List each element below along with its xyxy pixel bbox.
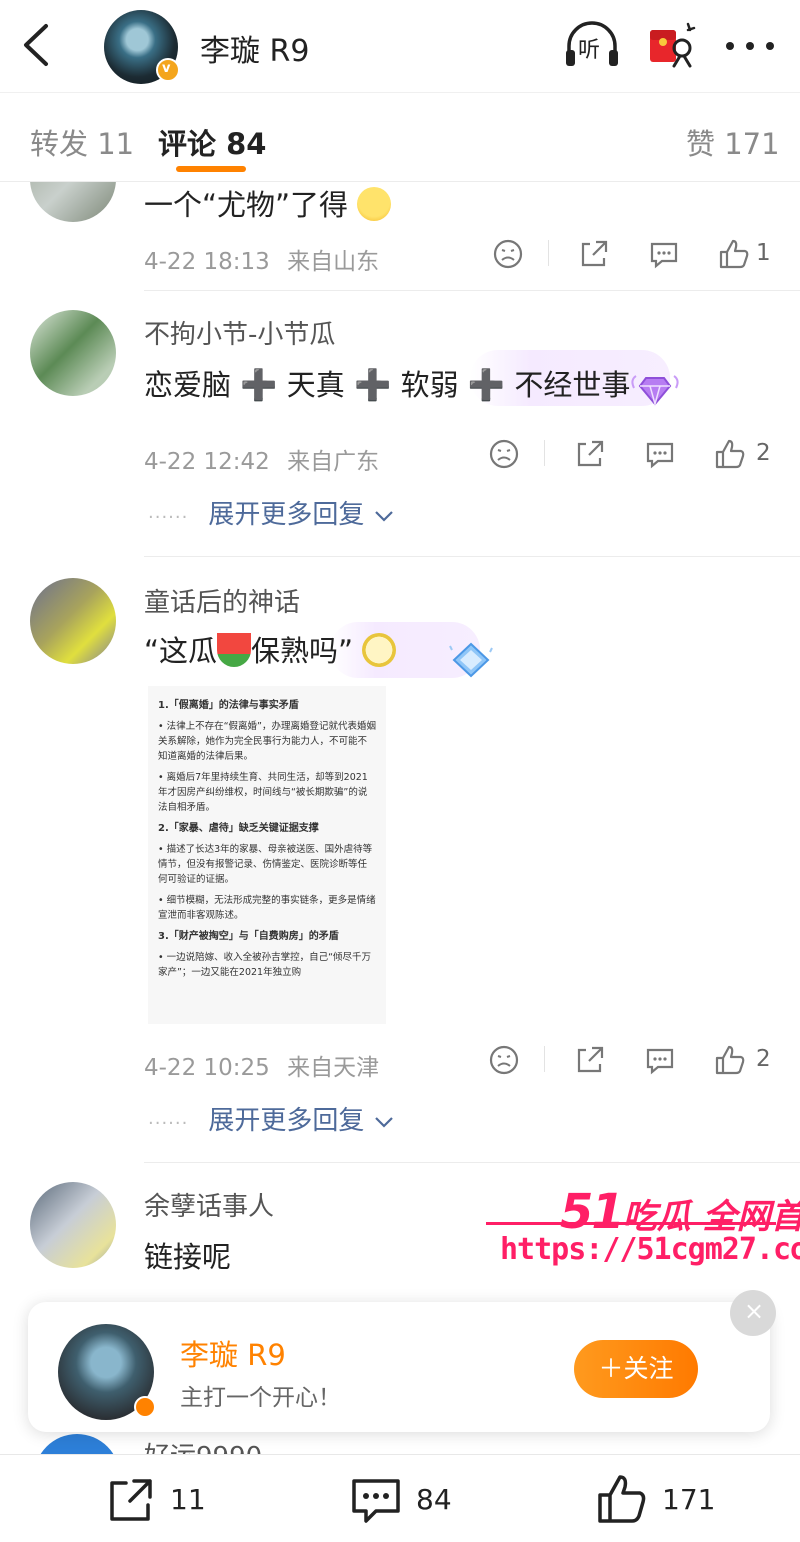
thumbs-up-icon[interactable] bbox=[716, 236, 752, 272]
divider bbox=[144, 1162, 800, 1163]
follow-verified-badge-icon bbox=[134, 1396, 156, 1418]
commenter-name[interactable]: 余孽话事人 bbox=[144, 1186, 274, 1223]
chevron-down-icon bbox=[374, 1117, 393, 1128]
follow-name[interactable]: 李璇 R9 bbox=[180, 1332, 286, 1374]
comment-actions: 1 bbox=[480, 236, 780, 276]
follow-suggestion-card: 李璇 R9 主打一个开心！ ＋关注 bbox=[28, 1302, 770, 1432]
dislike-face-icon[interactable] bbox=[486, 1042, 522, 1078]
comment-image[interactable]: 1.「假离婚」的法律与事实矛盾 • 法律上不存在“假离婚”，办理离婚登记就代表婚… bbox=[148, 686, 386, 1024]
like-count: 1 bbox=[756, 240, 771, 266]
dislike-face-icon[interactable] bbox=[486, 436, 522, 472]
like-count: 2 bbox=[756, 440, 771, 466]
comment-actions: 2 bbox=[480, 1042, 780, 1082]
bottom-action-bar: 11 84 171 bbox=[0, 1454, 800, 1542]
repost-icon bbox=[110, 1479, 152, 1521]
watermelon-emoji-icon bbox=[217, 633, 252, 667]
close-popup-button[interactable]: × bbox=[730, 1290, 776, 1336]
commenter-avatar[interactable] bbox=[30, 182, 116, 222]
tab-reposts[interactable]: 转发 11 bbox=[30, 121, 134, 163]
tab-bar: 转发 11 评论 84 赞 171 bbox=[0, 92, 800, 182]
author-name[interactable]: 李璇 R9 bbox=[200, 26, 309, 70]
comment-icon bbox=[352, 1479, 400, 1523]
expand-replies-button[interactable]: ······ 展开更多回复 bbox=[148, 494, 395, 531]
commenter-avatar[interactable] bbox=[30, 1182, 116, 1268]
comment-text: 恋爱脑 ➕ 天真 ➕ 软弱 ➕ 不经世事 bbox=[144, 368, 631, 403]
verified-badge-icon: v bbox=[156, 58, 180, 82]
comment-meta: 4-22 10:25 来自天津 bbox=[144, 1048, 379, 1082]
tab-likes[interactable]: 赞 171 bbox=[686, 121, 780, 163]
follow-button[interactable]: ＋关注 bbox=[574, 1340, 698, 1398]
top-bar: v 李璇 R9 听 bbox=[0, 0, 800, 92]
comment-actions: 2 bbox=[480, 436, 780, 476]
listen-button[interactable]: 听 bbox=[563, 20, 621, 70]
follow-description: 主打一个开心！ bbox=[180, 1385, 341, 1411]
separator bbox=[544, 1046, 545, 1072]
repost-button[interactable]: 11 bbox=[104, 1473, 214, 1527]
thumbs-up-icon bbox=[598, 1475, 646, 1523]
tab-comments[interactable]: 评论 84 bbox=[158, 121, 266, 163]
like-count-total: 171 bbox=[662, 1483, 716, 1516]
reply-icon[interactable] bbox=[646, 236, 682, 272]
reply-icon[interactable] bbox=[642, 1042, 678, 1078]
share-icon[interactable] bbox=[572, 1042, 608, 1078]
expand-replies-button[interactable]: ······ 展开更多回复 bbox=[148, 1100, 395, 1137]
back-arrow-icon[interactable] bbox=[18, 22, 58, 68]
repost-count: 11 bbox=[170, 1483, 206, 1516]
glasses-emoji-icon bbox=[362, 633, 397, 667]
like-count: 2 bbox=[756, 1046, 771, 1072]
comment-location: 来自山东 bbox=[287, 249, 380, 275]
red-packet-icon bbox=[650, 22, 696, 68]
share-icon[interactable] bbox=[572, 436, 608, 472]
red-packet-button[interactable] bbox=[644, 20, 696, 72]
listen-label: 听 bbox=[578, 38, 601, 63]
commenter-avatar[interactable] bbox=[30, 310, 116, 396]
chevron-down-icon bbox=[374, 511, 393, 522]
separator bbox=[544, 440, 545, 466]
purple-diamond-badge-icon bbox=[631, 375, 679, 407]
comment-time: 4-22 10:25 bbox=[144, 1055, 270, 1081]
reply-icon[interactable] bbox=[642, 436, 678, 472]
comment-text: 链接呢 bbox=[144, 1240, 232, 1274]
active-tab-indicator bbox=[176, 166, 246, 172]
comment-meta: 4-22 18:13 来自山东 bbox=[144, 242, 379, 276]
thumbs-up-icon[interactable] bbox=[712, 436, 748, 472]
blue-diamond-badge-icon bbox=[449, 642, 493, 678]
comment-location: 来自天津 bbox=[287, 1055, 380, 1081]
dislike-face-icon[interactable] bbox=[490, 236, 526, 272]
separator bbox=[548, 240, 549, 266]
watermark-url: https://51cgm27.com bbox=[500, 1232, 800, 1267]
comment-text: “这瓜 保熟吗” bbox=[144, 628, 397, 670]
laughing-emoji-icon bbox=[357, 187, 392, 221]
comment-text: 一个“尤物”了得 bbox=[144, 182, 392, 224]
comment-time: 4-22 18:13 bbox=[144, 249, 270, 275]
comment-meta: 4-22 12:42 来自广东 bbox=[144, 442, 379, 476]
comment-count: 84 bbox=[416, 1483, 452, 1516]
comment-button[interactable]: 84 bbox=[348, 1473, 468, 1527]
commenter-name[interactable]: 童话后的神话 bbox=[144, 582, 300, 619]
like-button[interactable]: 171 bbox=[594, 1473, 724, 1527]
comment-time: 4-22 12:42 bbox=[144, 449, 270, 475]
divider bbox=[144, 290, 800, 291]
commenter-avatar[interactable] bbox=[34, 1434, 120, 1454]
close-icon: × bbox=[744, 1297, 765, 1325]
commenter-name[interactable]: 好运9990 bbox=[144, 1436, 262, 1454]
thumbs-up-icon[interactable] bbox=[712, 1042, 748, 1078]
more-options-icon[interactable] bbox=[722, 30, 778, 60]
share-icon[interactable] bbox=[576, 236, 612, 272]
commenter-avatar[interactable] bbox=[30, 578, 116, 664]
divider bbox=[144, 556, 800, 557]
comment-location: 来自广东 bbox=[287, 449, 380, 475]
commenter-name[interactable]: 不拘小节-小节瓜 bbox=[144, 314, 335, 351]
watermark-stroke bbox=[486, 1222, 776, 1225]
